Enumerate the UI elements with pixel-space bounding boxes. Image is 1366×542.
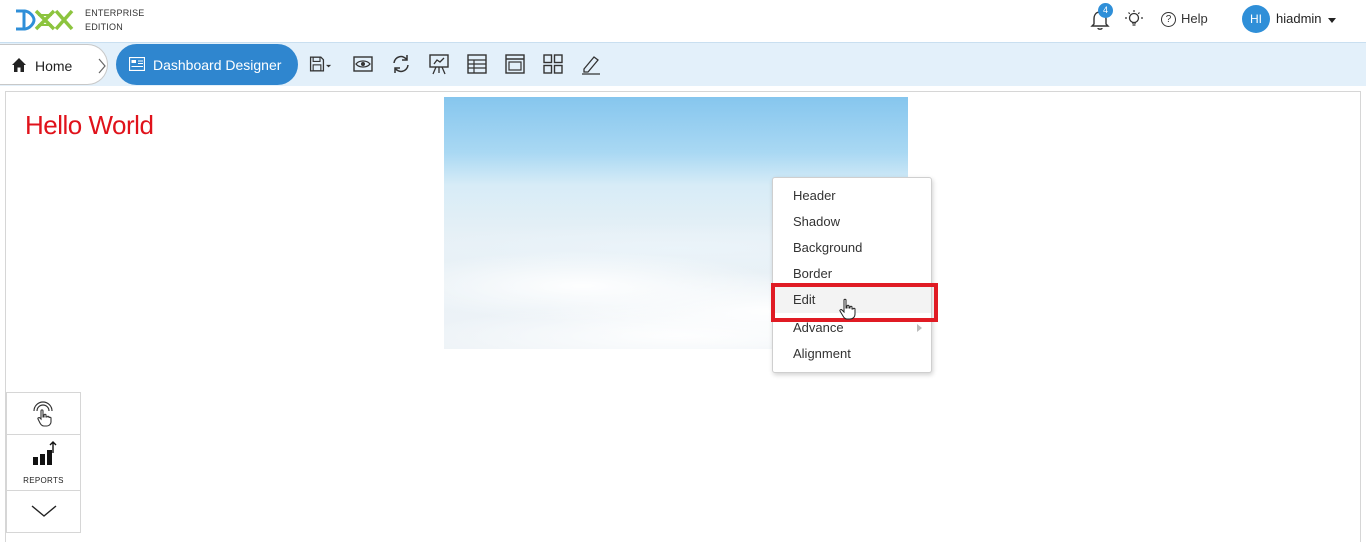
reports-label: REPORTS bbox=[23, 476, 64, 485]
chevron-down-icon[interactable] bbox=[1328, 18, 1336, 23]
helical-logo-icon[interactable] bbox=[14, 5, 74, 35]
edition-line2: EDITION bbox=[85, 22, 123, 32]
edit-pencil-icon[interactable] bbox=[579, 52, 603, 76]
toolbar: Home Dashboard Designer bbox=[0, 42, 1366, 86]
chevron-right-icon bbox=[98, 58, 106, 74]
table-icon[interactable] bbox=[465, 52, 489, 76]
grid-icon[interactable] bbox=[541, 52, 565, 76]
breadcrumb-home-label: Home bbox=[35, 58, 73, 74]
menu-item-background[interactable]: Background bbox=[773, 235, 931, 261]
lightbulb-icon[interactable] bbox=[1124, 9, 1144, 29]
chevron-down-icon bbox=[31, 505, 57, 517]
reports-chart-icon bbox=[33, 441, 57, 465]
menu-item-header[interactable]: Header bbox=[773, 183, 931, 209]
save-icon[interactable] bbox=[308, 52, 332, 76]
avatar[interactable]: HI bbox=[1242, 5, 1270, 33]
breadcrumb-dashboard-designer[interactable]: Dashboard Designer bbox=[116, 44, 298, 85]
expand-panel-button[interactable] bbox=[7, 491, 80, 533]
home-icon bbox=[12, 58, 26, 72]
breadcrumb-home[interactable]: Home bbox=[0, 44, 108, 85]
interaction-button[interactable] bbox=[7, 393, 80, 435]
context-menu: Header Shadow Background Border Edit Adv… bbox=[772, 177, 932, 373]
help-link[interactable]: Help bbox=[1181, 11, 1208, 26]
hello-world-text-widget[interactable]: Hello World bbox=[25, 110, 154, 141]
refresh-icon[interactable] bbox=[389, 52, 413, 76]
preview-icon[interactable] bbox=[351, 52, 375, 76]
hand-cursor-icon bbox=[839, 298, 856, 320]
edition-label: ENTERPRISE EDITION bbox=[85, 6, 145, 34]
window-icon[interactable] bbox=[503, 52, 527, 76]
touch-gesture-icon bbox=[33, 401, 53, 427]
reports-button[interactable]: REPORTS bbox=[7, 435, 80, 491]
help-icon[interactable]: ? bbox=[1161, 12, 1176, 27]
menu-item-shadow[interactable]: Shadow bbox=[773, 209, 931, 235]
presentation-icon[interactable] bbox=[427, 52, 451, 76]
breadcrumb-current-label: Dashboard Designer bbox=[153, 57, 282, 73]
menu-item-advance-label: Advance bbox=[793, 320, 844, 335]
menu-item-alignment[interactable]: Alignment bbox=[773, 341, 931, 367]
notification-badge[interactable]: 4 bbox=[1098, 3, 1113, 18]
left-tool-panel: REPORTS bbox=[6, 392, 81, 533]
username-menu[interactable]: hiadmin bbox=[1276, 11, 1322, 26]
submenu-arrow-icon bbox=[917, 324, 922, 332]
edition-line1: ENTERPRISE bbox=[85, 8, 145, 18]
top-header: ENTERPRISE EDITION 4 ? Help HI hiadmin bbox=[0, 0, 1366, 42]
dashboard-icon bbox=[129, 57, 145, 71]
